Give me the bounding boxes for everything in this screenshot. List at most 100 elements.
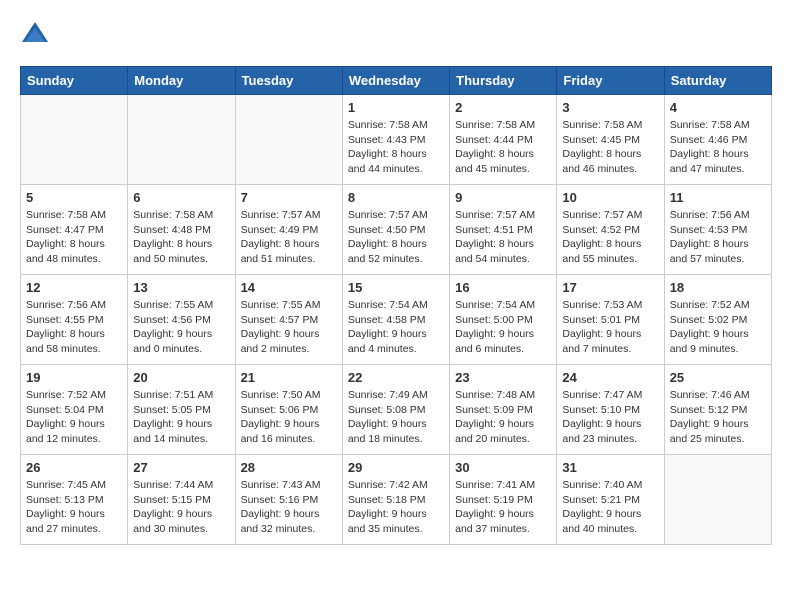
day-number: 17 xyxy=(562,280,658,295)
day-number: 16 xyxy=(455,280,551,295)
calendar-cell: 24 Sunrise: 7:47 AM Sunset: 5:10 PM Dayli… xyxy=(557,365,664,455)
page-header xyxy=(20,20,772,50)
day-number: 22 xyxy=(348,370,444,385)
calendar-cell: 7 Sunrise: 7:57 AM Sunset: 4:49 PM Daylig… xyxy=(235,185,342,275)
day-number: 3 xyxy=(562,100,658,115)
logo xyxy=(20,20,54,50)
header-thursday: Thursday xyxy=(450,67,557,95)
day-info: Sunrise: 7:53 AM Sunset: 5:01 PM Dayligh… xyxy=(562,298,658,357)
day-number: 1 xyxy=(348,100,444,115)
day-number: 12 xyxy=(26,280,122,295)
calendar-cell: 29Sunrise: 7:42 AM Sunset: 5:18 PM Dayli… xyxy=(342,455,449,545)
calendar-cell: 9Sunrise: 7:57 AM Sunset: 4:51 PM Daylig… xyxy=(450,185,557,275)
calendar-cell: 5 Sunrise: 7:58 AM Sunset: 4:47 PM Daylig… xyxy=(21,185,128,275)
day-info: Sunrise: 7:58 AM Sunset: 4:43 PM Dayligh… xyxy=(348,118,444,177)
calendar-cell: 27Sunrise: 7:44 AM Sunset: 5:15 PM Dayli… xyxy=(128,455,235,545)
day-number: 19 xyxy=(26,370,122,385)
day-info: Sunrise: 7:58 AM Sunset: 4:45 PM Dayligh… xyxy=(562,118,658,177)
day-info: Sunrise: 7:54 AM Sunset: 5:00 PM Dayligh… xyxy=(455,298,551,357)
day-info: Sunrise: 7:58 AM Sunset: 4:46 PM Dayligh… xyxy=(670,118,766,177)
week-row-5: 26 Sunrise: 7:45 AM Sunset: 5:13 PM Dayli… xyxy=(21,455,772,545)
header-wednesday: Wednesday xyxy=(342,67,449,95)
week-row-3: 12 Sunrise: 7:56 AM Sunset: 4:55 PM Dayli… xyxy=(21,275,772,365)
logo-icon xyxy=(20,20,50,50)
day-number: 10 xyxy=(562,190,658,205)
day-info: Sunrise: 7:57 AM Sunset: 4:49 PM Dayligh… xyxy=(241,208,337,267)
calendar-cell: 16 Sunrise: 7:54 AM Sunset: 5:00 PM Dayli… xyxy=(450,275,557,365)
day-info: Sunrise: 7:58 AM Sunset: 4:48 PM Dayligh… xyxy=(133,208,229,267)
day-info: Sunrise: 7:56 AM Sunset: 4:55 PM Dayligh… xyxy=(26,298,122,357)
day-info: Sunrise: 7:51 AM Sunset: 5:05 PM Dayligh… xyxy=(133,388,229,447)
header-monday: Monday xyxy=(128,67,235,95)
week-row-4: 19 Sunrise: 7:52 AM Sunset: 5:04 PM Dayli… xyxy=(21,365,772,455)
calendar-cell: 6 Sunrise: 7:58 AM Sunset: 4:48 PM Daylig… xyxy=(128,185,235,275)
day-info: Sunrise: 7:48 AM Sunset: 5:09 PM Dayligh… xyxy=(455,388,551,447)
day-info: Sunrise: 7:57 AM Sunset: 4:51 PM Dayligh… xyxy=(455,208,551,267)
calendar-cell: 18 Sunrise: 7:52 AM Sunset: 5:02 PM Dayli… xyxy=(664,275,771,365)
day-number: 31 xyxy=(562,460,658,475)
header-sunday: Sunday xyxy=(21,67,128,95)
calendar-cell xyxy=(21,95,128,185)
calendar-cell xyxy=(235,95,342,185)
day-info: Sunrise: 7:43 AM Sunset: 5:16 PM Dayligh… xyxy=(241,478,337,537)
day-info: Sunrise: 7:47 AM Sunset: 5:10 PM Dayligh… xyxy=(562,388,658,447)
day-number: 4 xyxy=(670,100,766,115)
day-number: 28 xyxy=(241,460,337,475)
week-row-2: 5 Sunrise: 7:58 AM Sunset: 4:47 PM Daylig… xyxy=(21,185,772,275)
day-number: 25 xyxy=(670,370,766,385)
day-number: 15 xyxy=(348,280,444,295)
day-number: 7 xyxy=(241,190,337,205)
day-info: Sunrise: 7:50 AM Sunset: 5:06 PM Dayligh… xyxy=(241,388,337,447)
day-number: 18 xyxy=(670,280,766,295)
day-info: Sunrise: 7:40 AM Sunset: 5:21 PM Dayligh… xyxy=(562,478,658,537)
day-number: 6 xyxy=(133,190,229,205)
calendar-table: SundayMondayTuesdayWednesdayThursdayFrid… xyxy=(20,66,772,545)
day-info: Sunrise: 7:46 AM Sunset: 5:12 PM Dayligh… xyxy=(670,388,766,447)
calendar-cell: 3 Sunrise: 7:58 AM Sunset: 4:45 PM Daylig… xyxy=(557,95,664,185)
calendar-cell: 13Sunrise: 7:55 AM Sunset: 4:56 PM Dayli… xyxy=(128,275,235,365)
header-row: SundayMondayTuesdayWednesdayThursdayFrid… xyxy=(21,67,772,95)
calendar-cell: 15 Sunrise: 7:54 AM Sunset: 4:58 PM Dayli… xyxy=(342,275,449,365)
day-number: 30 xyxy=(455,460,551,475)
header-saturday: Saturday xyxy=(664,67,771,95)
calendar-cell: 19 Sunrise: 7:52 AM Sunset: 5:04 PM Dayli… xyxy=(21,365,128,455)
day-info: Sunrise: 7:52 AM Sunset: 5:04 PM Dayligh… xyxy=(26,388,122,447)
calendar-cell: 4 Sunrise: 7:58 AM Sunset: 4:46 PM Daylig… xyxy=(664,95,771,185)
calendar-cell xyxy=(128,95,235,185)
calendar-cell xyxy=(664,455,771,545)
day-info: Sunrise: 7:54 AM Sunset: 4:58 PM Dayligh… xyxy=(348,298,444,357)
day-info: Sunrise: 7:45 AM Sunset: 5:13 PM Dayligh… xyxy=(26,478,122,537)
calendar-cell: 22 Sunrise: 7:49 AM Sunset: 5:08 PM Dayli… xyxy=(342,365,449,455)
day-info: Sunrise: 7:49 AM Sunset: 5:08 PM Dayligh… xyxy=(348,388,444,447)
calendar-cell: 8Sunrise: 7:57 AM Sunset: 4:50 PM Daylig… xyxy=(342,185,449,275)
calendar-cell: 11Sunrise: 7:56 AM Sunset: 4:53 PM Dayli… xyxy=(664,185,771,275)
day-info: Sunrise: 7:52 AM Sunset: 5:02 PM Dayligh… xyxy=(670,298,766,357)
calendar-cell: 31 Sunrise: 7:40 AM Sunset: 5:21 PM Dayli… xyxy=(557,455,664,545)
day-number: 20 xyxy=(133,370,229,385)
calendar-cell: 2Sunrise: 7:58 AM Sunset: 4:44 PM Daylig… xyxy=(450,95,557,185)
day-number: 5 xyxy=(26,190,122,205)
day-number: 27 xyxy=(133,460,229,475)
day-number: 26 xyxy=(26,460,122,475)
day-info: Sunrise: 7:55 AM Sunset: 4:57 PM Dayligh… xyxy=(241,298,337,357)
calendar-cell: 25 Sunrise: 7:46 AM Sunset: 5:12 PM Dayli… xyxy=(664,365,771,455)
day-number: 21 xyxy=(241,370,337,385)
calendar-cell: 17 Sunrise: 7:53 AM Sunset: 5:01 PM Dayli… xyxy=(557,275,664,365)
day-number: 14 xyxy=(241,280,337,295)
header-tuesday: Tuesday xyxy=(235,67,342,95)
day-number: 24 xyxy=(562,370,658,385)
day-number: 8 xyxy=(348,190,444,205)
day-info: Sunrise: 7:56 AM Sunset: 4:53 PM Dayligh… xyxy=(670,208,766,267)
calendar-cell: 28 Sunrise: 7:43 AM Sunset: 5:16 PM Dayli… xyxy=(235,455,342,545)
calendar-cell: 1 Sunrise: 7:58 AM Sunset: 4:43 PM Daylig… xyxy=(342,95,449,185)
day-number: 23 xyxy=(455,370,551,385)
day-info: Sunrise: 7:58 AM Sunset: 4:44 PM Dayligh… xyxy=(455,118,551,177)
header-friday: Friday xyxy=(557,67,664,95)
day-number: 13 xyxy=(133,280,229,295)
day-info: Sunrise: 7:58 AM Sunset: 4:47 PM Dayligh… xyxy=(26,208,122,267)
day-number: 29 xyxy=(348,460,444,475)
calendar-cell: 14 Sunrise: 7:55 AM Sunset: 4:57 PM Dayli… xyxy=(235,275,342,365)
calendar-cell: 21 Sunrise: 7:50 AM Sunset: 5:06 PM Dayli… xyxy=(235,365,342,455)
calendar-cell: 20 Sunrise: 7:51 AM Sunset: 5:05 PM Dayli… xyxy=(128,365,235,455)
day-info: Sunrise: 7:41 AM Sunset: 5:19 PM Dayligh… xyxy=(455,478,551,537)
